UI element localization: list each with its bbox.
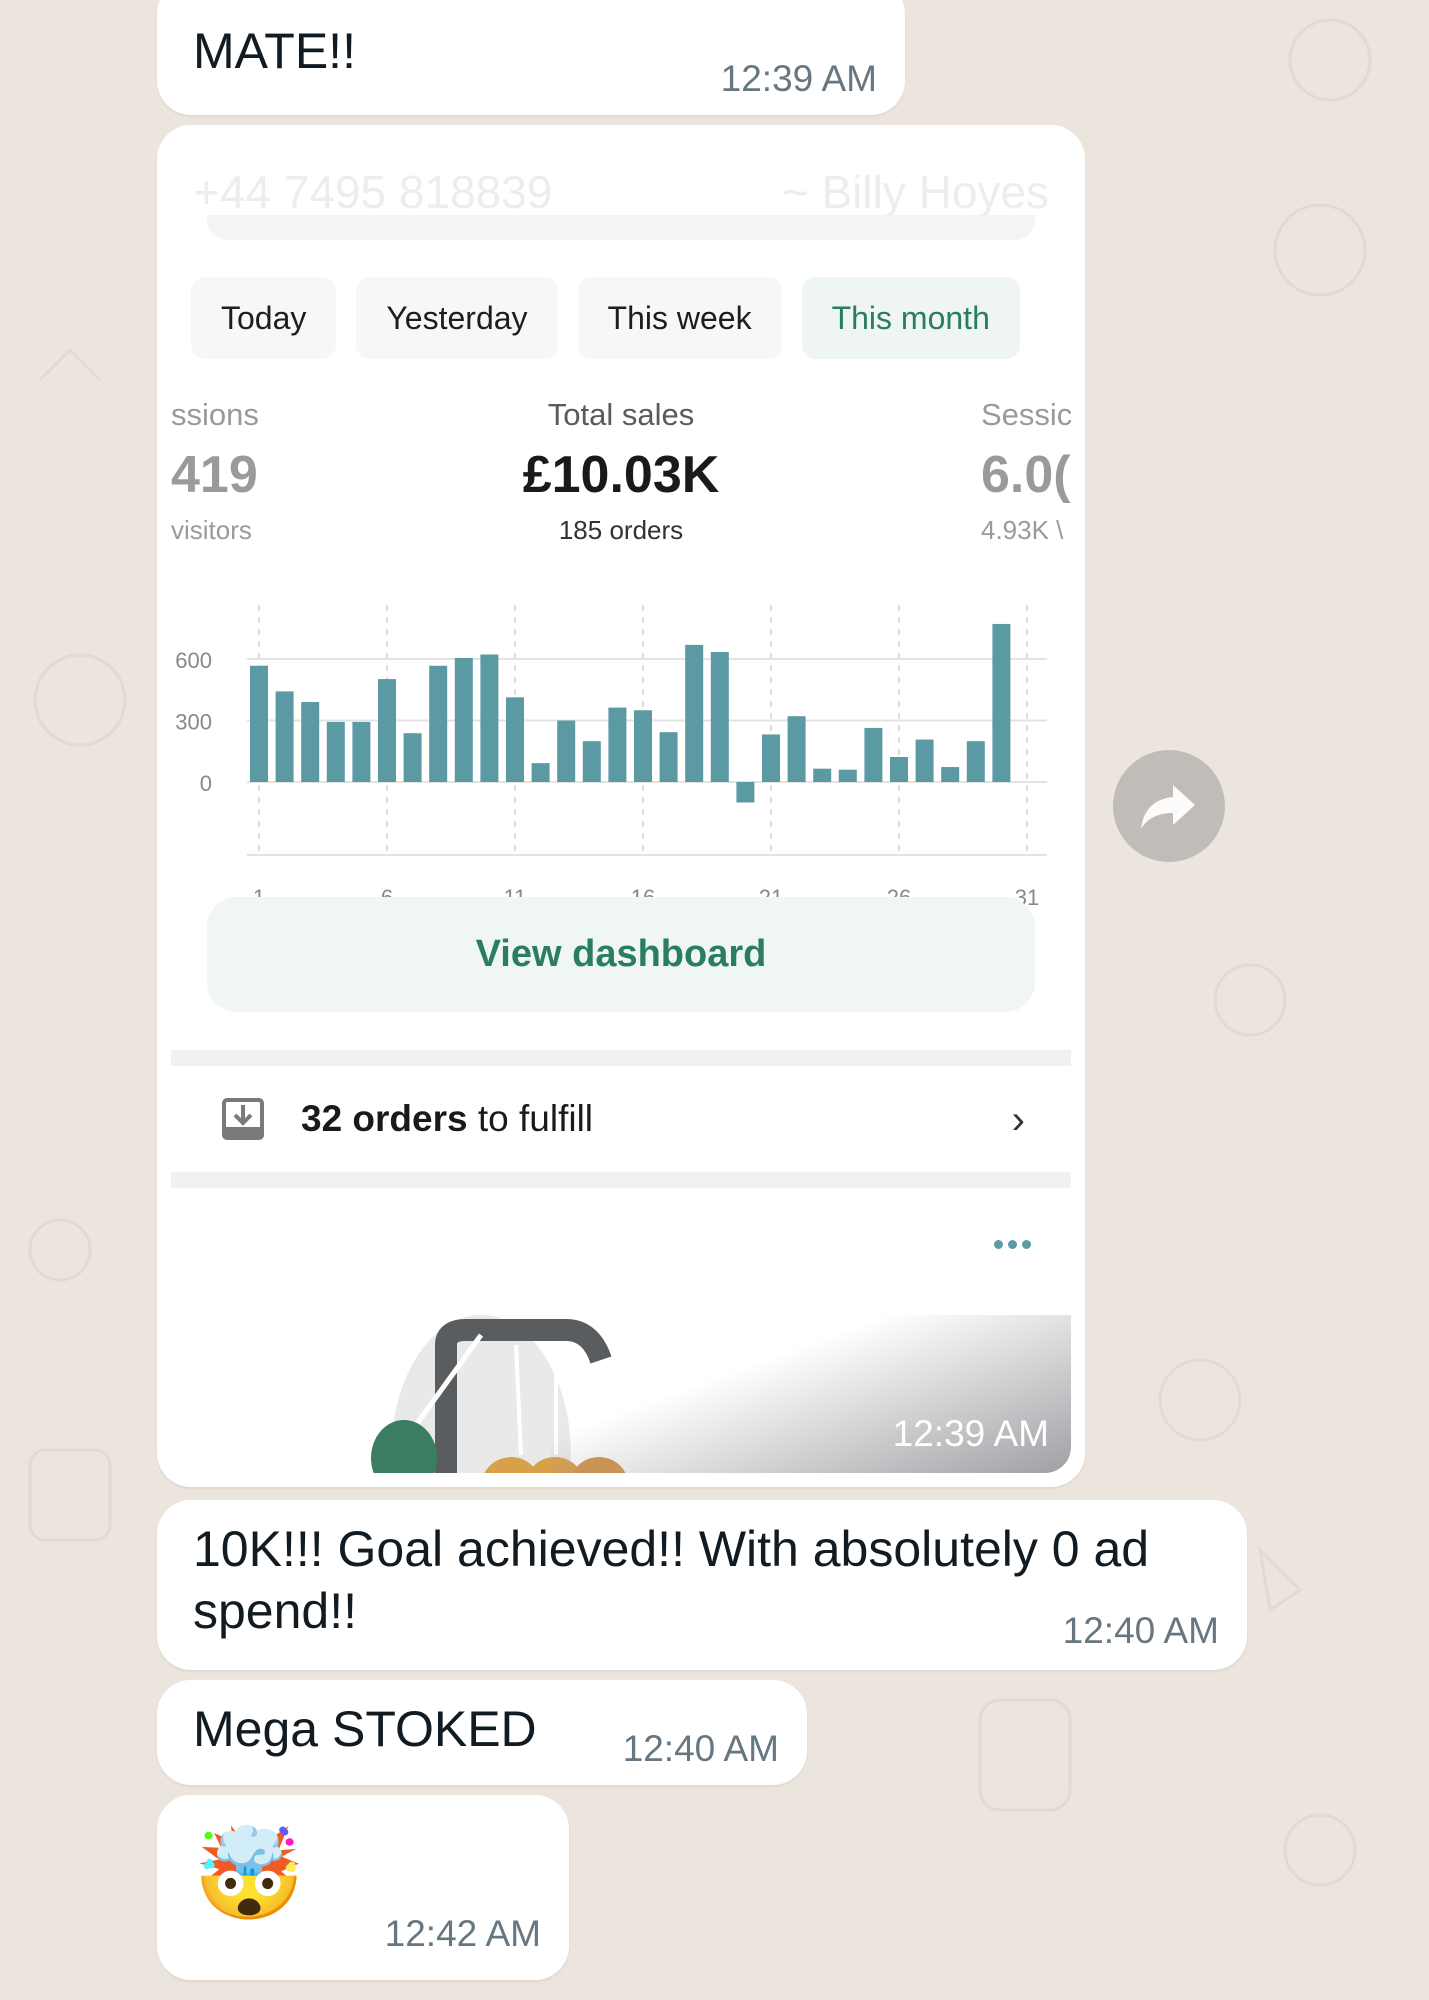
- bar-day-25: [864, 727, 883, 782]
- bar-day-28: [941, 767, 960, 782]
- stat-sessions-right[interactable]: Sessic 6.0( 4.93K \: [981, 397, 1071, 546]
- bar-day-14: [582, 741, 601, 782]
- section-divider: [171, 1050, 1071, 1066]
- message-time: 12:40 AM: [622, 1728, 779, 1769]
- inbox-download-icon: [222, 1098, 264, 1140]
- tab-today[interactable]: Today: [191, 277, 337, 359]
- bar-day-7: [403, 733, 422, 782]
- y-tick-label: 0: [200, 771, 212, 796]
- bar-day-4: [326, 721, 345, 782]
- sender-phone: +44 7495 818839: [193, 166, 553, 218]
- bar-day-6: [378, 679, 396, 782]
- bar-day-24: [838, 769, 857, 782]
- bar-day-22: [787, 716, 806, 782]
- illustration-media: 12:39 AM: [171, 1315, 1071, 1473]
- orders-suffix: to fulfill: [467, 1098, 594, 1139]
- tab-this-week[interactable]: This week: [577, 277, 782, 359]
- stat-label: Sessic: [981, 397, 1071, 432]
- bar-day-8: [429, 665, 448, 782]
- bar-day-18: [685, 644, 704, 782]
- bar-day-30: [992, 623, 1011, 782]
- stat-value: 6.0(: [981, 446, 1071, 504]
- forward-arrow-icon: [1141, 785, 1195, 829]
- bar-day-15: [608, 707, 627, 782]
- bar-day-13: [557, 720, 576, 782]
- stat-sub: 185 orders: [558, 515, 684, 545]
- message-text: Mega STOKED: [193, 1701, 537, 1757]
- message-time: 12:42 AM: [384, 1913, 541, 1954]
- message-text: 10K!!! Goal achieved!! With absolutely 0…: [193, 1521, 1150, 1639]
- bar-day-20: [736, 782, 755, 803]
- bar-day-10: [480, 654, 499, 782]
- bar-day-21: [762, 734, 780, 782]
- bar-day-9: [454, 657, 473, 782]
- bar-day-23: [813, 768, 832, 782]
- bar-day-12: [531, 763, 550, 782]
- message-bubble-goal[interactable]: 10K!!! Goal achieved!! With absolutely 0…: [157, 1500, 1247, 1670]
- bar-day-2: [275, 691, 294, 782]
- stats-carousel: ssions 419 visitors Total sales £10.03K …: [157, 397, 1085, 557]
- stat-total-sales[interactable]: Total sales £10.03K 185 orders: [157, 397, 1085, 546]
- bar-day-11: [506, 697, 524, 782]
- faded-divider: [207, 215, 1035, 240]
- section-divider: [171, 1172, 1071, 1188]
- y-tick-label: 600: [175, 648, 212, 673]
- bar-day-29: [966, 741, 985, 782]
- stat-value: £10.03K: [522, 446, 720, 504]
- tab-yesterday[interactable]: Yesterday: [356, 277, 558, 359]
- bar-day-3: [301, 702, 320, 782]
- message-bubble-mate[interactable]: MATE!! 12:39 AM: [157, 0, 905, 115]
- orders-to-fulfill-row[interactable]: 32 orders to fulfill ›: [171, 1068, 1071, 1170]
- bar-day-17: [659, 732, 678, 782]
- orders-count: 32 orders: [301, 1098, 468, 1139]
- chevron-right-icon: ›: [1011, 1098, 1025, 1142]
- y-tick-label: 300: [175, 710, 212, 735]
- bar-day-19: [710, 652, 729, 782]
- view-dashboard-button[interactable]: View dashboard: [207, 897, 1035, 1012]
- exploding-head-emoji: 🤯: [193, 1825, 306, 1925]
- bar-day-5: [352, 721, 371, 782]
- bar-day-1: [250, 665, 268, 782]
- bar-day-26: [890, 756, 908, 782]
- more-dots-icon[interactable]: [994, 1240, 1031, 1249]
- message-time: 12:39 AM: [720, 58, 877, 99]
- forward-button[interactable]: [1113, 750, 1225, 862]
- message-time: 12:40 AM: [1062, 1610, 1219, 1651]
- message-bubble-emoji[interactable]: 🤯 12:42 AM: [157, 1795, 569, 1980]
- stat-label: Total sales: [547, 397, 695, 432]
- tab-this-month[interactable]: This month: [801, 277, 1020, 359]
- message-bubble-mega[interactable]: Mega STOKED 12:40 AM: [157, 1680, 807, 1785]
- message-time: 12:39 AM: [892, 1413, 1049, 1454]
- sender-name: ~ Billy Hoyes: [781, 166, 1049, 218]
- stat-sub: 4.93K \: [981, 515, 1064, 545]
- message-bubble-screenshot[interactable]: +44 7495 818839 ~ Billy Hoyes Today Yest…: [157, 125, 1085, 1487]
- bar-day-27: [915, 739, 934, 782]
- bar-day-16: [634, 710, 652, 782]
- message-text: MATE!!: [193, 23, 356, 79]
- orders-text: 32 orders to fulfill: [301, 1098, 593, 1140]
- date-range-tabs: Today Yesterday This week This month: [191, 277, 1051, 359]
